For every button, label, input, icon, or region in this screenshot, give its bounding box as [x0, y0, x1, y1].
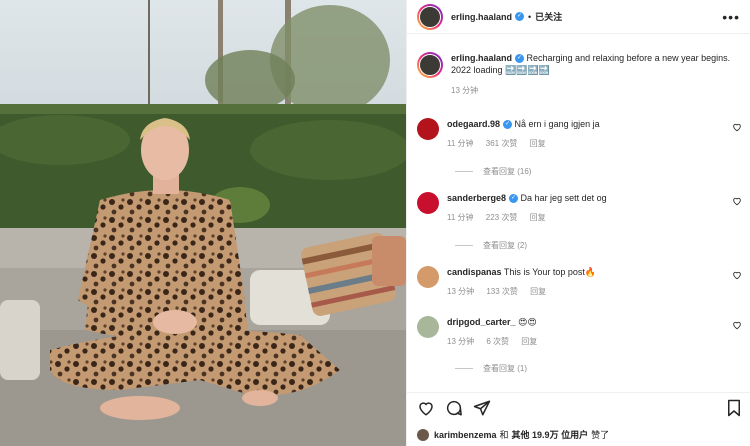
comment-likes[interactable]: 223 次赞: [486, 213, 518, 222]
commenter-avatar[interactable]: [417, 266, 439, 288]
comment-item: sanderberge8 ✓ Da har jeg sett det og 11 …: [417, 192, 742, 224]
liker-avatar[interactable]: [417, 428, 429, 441]
caption-avatar[interactable]: [417, 52, 443, 78]
view-replies-button[interactable]: 查看回复 (1): [455, 363, 527, 374]
reply-button[interactable]: 回复: [530, 139, 546, 148]
comment-time: 11 分钟: [447, 139, 474, 148]
liker-username[interactable]: karimbenzema: [434, 430, 497, 440]
share-icon[interactable]: [473, 399, 491, 417]
caption-time: 13 分钟: [451, 86, 479, 95]
post-photo-illustration: [0, 0, 406, 446]
heart-icon[interactable]: [417, 399, 435, 417]
verified-icon: ✓: [515, 54, 525, 64]
header-separator: •: [528, 11, 532, 22]
reply-button[interactable]: 回复: [530, 287, 546, 296]
heart-icon[interactable]: [732, 320, 742, 330]
heart-icon[interactable]: [732, 270, 742, 280]
comment-time: 11 分钟: [447, 213, 474, 222]
view-replies-button[interactable]: 查看回复 (16): [455, 166, 531, 177]
commenter-avatar[interactable]: [417, 118, 439, 140]
verified-icon: ✓: [503, 120, 513, 130]
comment-likes[interactable]: 6 次赞: [486, 337, 509, 346]
comment-item: dripgod_carter_ 😍😍 13 分钟 6 次赞 回复: [417, 316, 742, 348]
view-replies-label[interactable]: 查看回复 (16): [483, 166, 531, 177]
comment-item: odegaard.98 ✓ Nå ern i gang igjen ja 11 分…: [417, 118, 742, 150]
comment-time: 13 分钟: [447, 337, 475, 346]
caption-row: erling.haaland ✓ Recharging and relaxing …: [417, 52, 742, 97]
reply-button[interactable]: 回复: [530, 213, 546, 222]
divider: [407, 392, 750, 393]
view-replies-button[interactable]: 查看回复 (2): [455, 240, 527, 251]
post-side-panel: erling.haaland ✓ • 已关注 ••• erling.haalan…: [406, 0, 750, 446]
comment-item: candispanas This is Your top post🔥 13 分钟…: [417, 266, 742, 298]
comment-username[interactable]: candispanas: [447, 267, 502, 277]
bookmark-icon[interactable]: [726, 399, 742, 417]
comment-text: Nå ern i gang igjen ja: [514, 119, 600, 129]
heart-icon[interactable]: [732, 122, 742, 132]
follow-status-button[interactable]: 已关注: [535, 10, 562, 23]
comment-text: This is Your top post🔥: [503, 267, 597, 277]
comment-time: 13 分钟: [447, 287, 475, 296]
view-replies-label[interactable]: 查看回复 (1): [483, 363, 527, 374]
comment-text: 😍😍: [518, 317, 537, 327]
reply-button[interactable]: 回复: [521, 337, 537, 346]
verified-icon: ✓: [509, 194, 519, 204]
more-icon[interactable]: •••: [722, 9, 740, 25]
commenter-avatar[interactable]: [417, 192, 439, 214]
heart-icon[interactable]: [732, 196, 742, 206]
post-header: erling.haaland ✓ • 已关注 •••: [407, 0, 750, 34]
caption-username[interactable]: erling.haaland: [451, 53, 512, 63]
view-replies-label[interactable]: 查看回复 (2): [483, 240, 527, 251]
likes-and: 和: [499, 430, 509, 440]
post-photo: [0, 0, 406, 446]
author-username[interactable]: erling.haaland: [451, 12, 512, 22]
likes-others[interactable]: 其他 19.9万 位用户: [512, 428, 589, 441]
comment-likes[interactable]: 361 次赞: [486, 139, 518, 148]
commenter-avatar[interactable]: [417, 316, 439, 338]
comment-likes[interactable]: 133 次赞: [486, 287, 518, 296]
comment-icon[interactable]: [445, 399, 463, 417]
comment-username[interactable]: dripgod_carter_: [447, 317, 516, 327]
author-avatar[interactable]: [417, 3, 443, 30]
comment-username[interactable]: sanderberge8: [447, 193, 506, 203]
verified-icon: ✓: [515, 12, 525, 21]
action-bar: [417, 396, 742, 420]
comment-username[interactable]: odegaard.98: [447, 119, 500, 129]
likes-suffix: 赞了: [591, 430, 610, 440]
likes-summary: karimbenzema 和 其他 19.9万 位用户 赞了: [417, 428, 609, 441]
comment-text: Da har jeg sett det og: [520, 193, 607, 203]
